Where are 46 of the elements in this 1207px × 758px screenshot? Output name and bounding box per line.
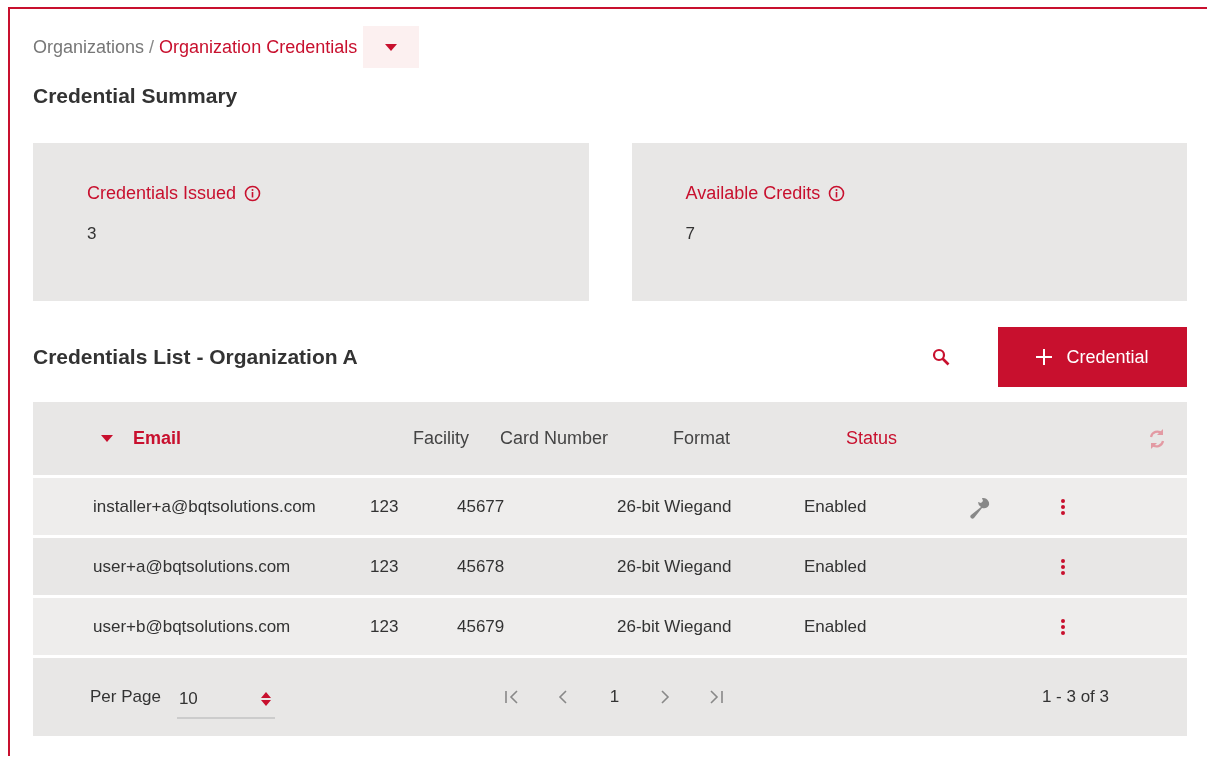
card-value: 3 — [87, 224, 98, 244]
table-cell-text: Enabled — [804, 496, 868, 517]
page-range: 1 - 3 of 3 — [1041, 687, 1109, 707]
table-cell-text: installer+a@bqtsolutions.com — [93, 496, 317, 517]
table-cell-text: 26-bit Wiegand — [617, 616, 733, 637]
info-icon[interactable] — [828, 185, 846, 202]
breadcrumb-item: Organization Credentials — [159, 36, 358, 58]
table-cell-text: 123 — [370, 616, 400, 637]
more-icon[interactable] — [1060, 497, 1066, 516]
card-value: 7 — [685, 224, 696, 244]
spinner-icon — [260, 692, 271, 706]
section-title: Credentials List - Organization A — [33, 345, 359, 369]
per-page-label: Per Page — [90, 687, 161, 707]
column-header: Format — [673, 428, 730, 449]
info-icon[interactable] — [244, 185, 262, 202]
table-cell-text: 26-bit Wiegand — [617, 556, 733, 577]
plus-icon — [1036, 349, 1053, 365]
table-cell-text: 123 — [370, 496, 400, 517]
select-value: 10 — [178, 689, 198, 709]
card-label: Credentials Issued — [87, 183, 237, 204]
table-cell-text: 45677 — [457, 496, 506, 517]
column-header: Card Number — [500, 428, 609, 449]
section-title: Credential Summary — [33, 84, 239, 108]
column-header[interactable]: Email — [133, 428, 182, 449]
sort-icon[interactable] — [101, 435, 113, 442]
table-cell-text: 26-bit Wiegand — [617, 496, 733, 517]
table-cell-text: user+b@bqtsolutions.com — [93, 616, 292, 637]
breadcrumb-separator: / — [149, 36, 155, 58]
more-icon[interactable] — [1060, 617, 1066, 636]
table-cell-text: Enabled — [804, 616, 868, 637]
page-number[interactable]: 1 — [588, 687, 640, 707]
table-cell-text: 45679 — [457, 616, 506, 637]
column-header: Facility — [413, 428, 469, 449]
per-page-select[interactable]: 10 — [176, 683, 275, 719]
table-cell-text: 45678 — [457, 556, 506, 577]
add-credential-button[interactable]: Credential — [998, 327, 1187, 387]
more-icon[interactable] — [1060, 557, 1066, 576]
breadcrumb-item[interactable]: Organizations — [33, 36, 145, 58]
search-icon — [932, 348, 950, 366]
table-cell-text: 123 — [370, 556, 400, 577]
caret-icon — [385, 43, 398, 51]
table-cell-text: Enabled — [804, 556, 868, 577]
last-page-icon — [707, 689, 726, 705]
column-header[interactable]: Status — [846, 428, 898, 449]
card-label: Available Credits — [685, 183, 821, 204]
table-cell-text: user+a@bqtsolutions.com — [93, 556, 292, 577]
